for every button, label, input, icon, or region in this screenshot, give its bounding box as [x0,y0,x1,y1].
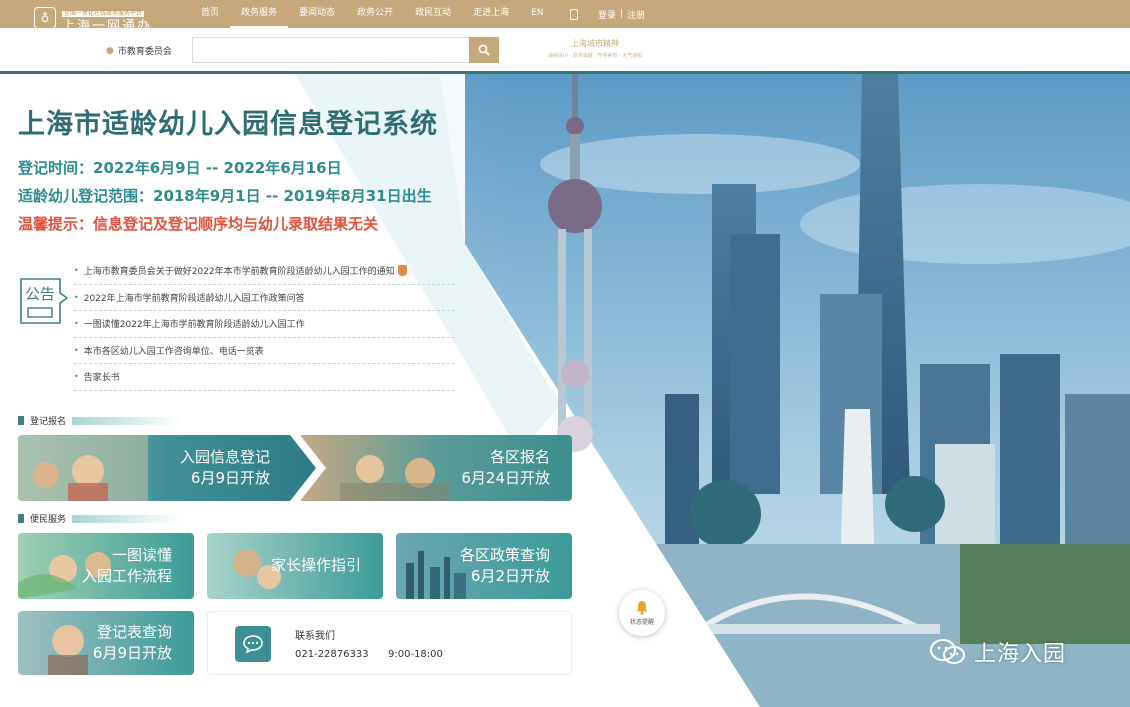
contact-hours: 9:00-18:00 [388,649,443,660]
wechat-watermark: 上海入园 [928,636,1066,668]
register-info-title: 入园信息登记 [179,448,270,466]
one-chart-card[interactable]: 一图读懂 入园工作流程 [18,533,194,599]
form-query-title: 登记表查询 [96,623,172,641]
mobile-icon[interactable] [570,8,578,20]
notice-item[interactable]: • 一图读懂2022年上海市学前教育阶段适龄幼儿入园工作 [74,311,455,338]
warm-tip: 温馨提示：信息登记及登记顺序均与幼儿录取结果无关 [18,215,379,233]
search-icon [478,44,490,56]
logo-emblem-icon: ♁ [34,6,56,29]
bell-icon [636,601,648,615]
pointer-hand-icon [397,265,407,277]
district-signup-date: 6月24日开放 [461,469,550,487]
register-link[interactable]: 注册 [627,8,645,21]
nav-separator: | [620,9,624,19]
contact-phone: 021-22876333 [295,649,369,660]
district-signup-title: 各区报名 [489,448,550,466]
city-spirit-badge: 上海城市精神 海纳百川 · 追求卓越 · 开明睿智 · 大气谦和 [530,38,660,59]
page-title: 上海市适龄幼儿入园信息登记系统 [18,109,438,140]
nav-item[interactable]: 政民互动 [404,0,462,28]
bullet-icon: • [74,372,79,382]
location-selector[interactable]: ● 市教育委员会 [106,44,172,58]
section-divider [72,416,183,425]
section-marker-icon [18,514,24,523]
nav-item[interactable]: 政务公开 [346,0,404,28]
notice-link[interactable]: 2022年上海市学前教育阶段适龄幼儿入园工作政策问答 [84,291,305,304]
logo-subtitle: 全国一体化在线政务服务平台 [62,10,145,17]
nav-item[interactable]: 政务服务 [230,0,289,28]
search-button[interactable] [469,37,499,63]
parent-guide-card[interactable]: 家长操作指引 [207,533,383,599]
bullet-icon: • [74,319,79,329]
bullet-icon: • [74,345,79,355]
notice-item[interactable]: • 2022年上海市学前教育阶段适龄幼儿入园工作政策问答 [74,285,455,311]
section-register-label: 登记报名 [30,417,67,427]
announcement-label: 公告 [25,285,55,303]
bullet-icon: • [74,292,79,302]
district-signup-card[interactable]: 各区报名 6月24日开放 [300,435,572,501]
watermark-text: 上海入园 [974,642,1067,667]
nav-item[interactable]: EN [520,0,554,28]
section-marker-icon [18,416,24,425]
district-policy-card[interactable]: 各区政策查询 6月2日开放 [396,533,572,599]
search-input[interactable] [192,37,469,63]
contact-card: 联系我们 021-22876333 9:00-18:00 [207,611,572,675]
location-label: 市教育委员会 [117,47,172,57]
age-range: 适龄幼儿登记范围：2018年9月1日 -- 2019年8月31日出生 [18,187,432,205]
announcement-icon: 公告 [20,278,68,324]
top-nav: ♁ 全国一体化在线政务服务平台 上海一网通办 首页 政务服务 要闻动态 政务公开 政民互… [0,0,1130,33]
status-reminder-label: 状态提醒 [629,619,654,626]
contact-title: 联系我们 [295,631,335,642]
one-chart-subtitle: 入园工作流程 [81,567,172,585]
one-chart-title: 一图读懂 [111,546,172,564]
district-policy-title: 各区政策查询 [459,546,550,564]
notice-list: • 上海市教育委员会关于做好2022年本市学前教育阶段适龄幼儿入园工作的通知 • 20… [74,258,455,391]
chat-icon [235,626,271,662]
section-service-label: 便民服务 [30,515,67,525]
section-register: 登记报名 [18,414,183,427]
section-divider [72,514,183,523]
nav-item[interactable]: 走进上海 [462,0,520,28]
form-query-date: 6月9日开放 [92,644,172,662]
register-info-date: 6月9日开放 [190,469,270,487]
status-reminder-button[interactable]: 状态提醒 [619,590,665,636]
registration-time: 登记时间：2022年6月9日 -- 2022年6月16日 [18,159,342,177]
location-pin-icon: ● [106,45,114,56]
form-query-card[interactable]: 登记表查询 6月9日开放 [18,611,194,675]
section-service: 便民服务 [18,512,183,525]
register-card-bg [18,435,316,501]
notice-link[interactable]: 本市各区幼儿入园工作咨询单位、电话一览表 [84,344,264,357]
notice-link[interactable]: 一图读懂2022年上海市学前教育阶段适龄幼儿入园工作 [84,317,305,330]
notice-item[interactable]: • 本市各区幼儿入园工作咨询单位、电话一览表 [74,338,455,364]
city-spirit-title: 上海城市精神 [571,39,619,48]
wechat-icon [930,639,965,664]
register-info-card[interactable]: 入园信息登记 6月9日开放 [18,435,318,501]
parent-guide-title: 家长操作指引 [270,556,361,574]
search-bar: ● 市教育委员会 上海城市精神 海纳百川 · 追求卓越 · 开明睿智 · 大气谦… [0,28,1130,74]
nav-item[interactable]: 要闻动态 [288,0,346,28]
notice-item[interactable]: • 上海市教育委员会关于做好2022年本市学前教育阶段适龄幼儿入园工作的通知 [74,258,455,285]
bullet-icon: • [74,266,79,276]
notice-item[interactable]: • 告家长书 [74,364,455,391]
district-policy-date: 6月2日开放 [470,567,550,585]
nav-item[interactable]: 首页 [190,0,230,28]
notice-link[interactable]: 上海市教育委员会关于做好2022年本市学前教育阶段适龄幼儿入园工作的通知 [84,264,395,277]
city-spirit-subtitle: 海纳百川 · 追求卓越 · 开明睿智 · 大气谦和 [547,53,643,59]
main-nav: 首页 政务服务 要闻动态 政务公开 政民互动 走进上海 EN [190,0,555,28]
login-link[interactable]: 登录 [598,8,616,21]
notice-link[interactable]: 告家长书 [84,370,120,383]
